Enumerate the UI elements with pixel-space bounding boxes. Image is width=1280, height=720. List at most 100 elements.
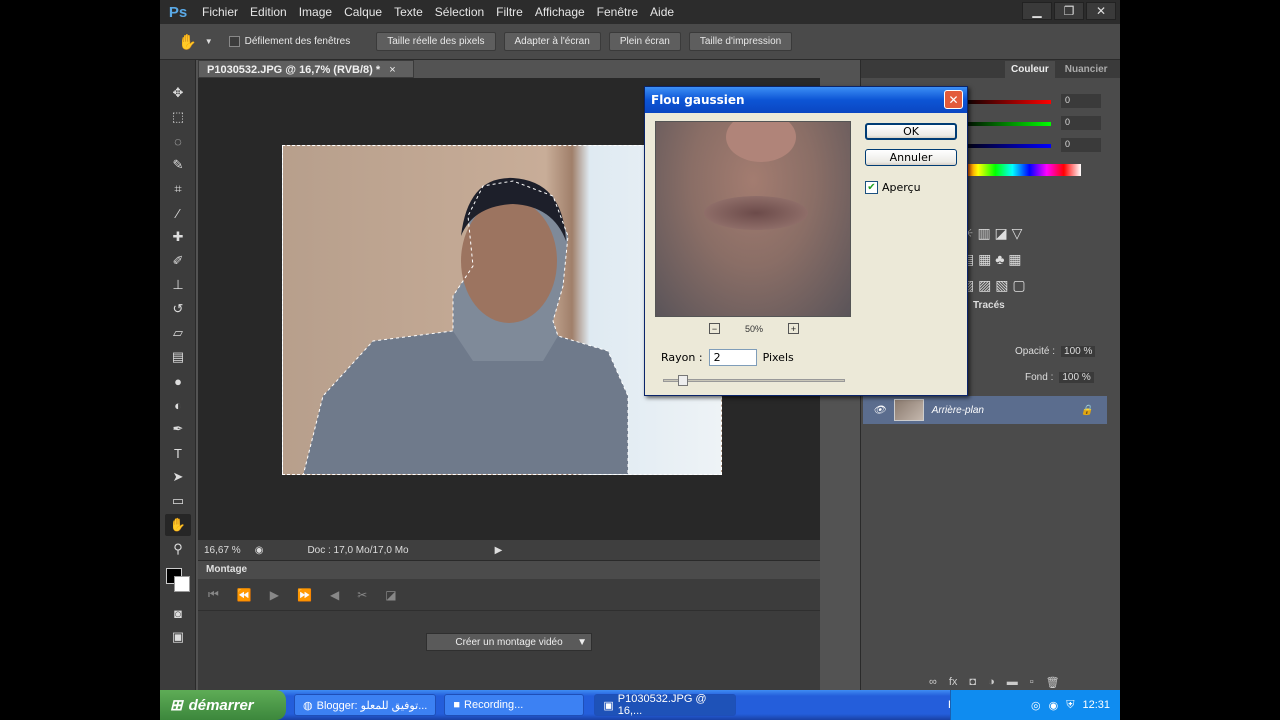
healing-brush-tool-icon[interactable]: ✚ bbox=[165, 226, 191, 248]
menu-calque[interactable]: Calque bbox=[338, 5, 388, 19]
move-tool-icon[interactable]: ✥ bbox=[165, 82, 191, 104]
red-value[interactable]: 0 bbox=[1061, 94, 1101, 108]
split-icon[interactable]: ✂ bbox=[357, 588, 367, 602]
tab-color[interactable]: Couleur bbox=[1005, 61, 1055, 78]
adjustment-layer-icon[interactable]: ◑ bbox=[988, 676, 995, 689]
eyedropper-tool-icon[interactable]: ⁄ bbox=[165, 202, 191, 224]
clock[interactable]: 12:31 bbox=[1082, 699, 1110, 711]
fx-icon[interactable]: fx bbox=[949, 676, 958, 689]
lasso-tool-icon[interactable]: ◌ bbox=[165, 130, 191, 152]
task-recording[interactable]: ■ Recording... bbox=[444, 694, 585, 716]
tray-icon-network[interactable]: ◎ bbox=[1031, 699, 1041, 712]
link-icon[interactable]: ∞ bbox=[929, 676, 937, 689]
preview-checkbox[interactable]: ✔ Aperçu bbox=[865, 181, 921, 194]
history-brush-tool-icon[interactable]: ↺ bbox=[165, 298, 191, 320]
create-video-montage-button[interactable]: Créer un montage vidéo ▼ bbox=[426, 633, 592, 651]
green-slider[interactable]: 0 bbox=[961, 116, 1120, 130]
tool-preset-dropdown-icon[interactable]: ▼ bbox=[205, 37, 213, 46]
brightness-icon[interactable]: ☀ ▥ ◪ ▽ bbox=[961, 225, 1022, 241]
trash-icon[interactable]: 🗑 bbox=[1046, 676, 1060, 689]
close-icon[interactable]: ✕ bbox=[944, 90, 963, 109]
pen-tool-icon[interactable]: ✒ bbox=[165, 418, 191, 440]
fit-screen-button[interactable]: Adapter à l'écran bbox=[503, 32, 601, 51]
close-tab-icon[interactable]: × bbox=[389, 64, 395, 76]
task-blogger[interactable]: ◍ Blogger: توفيق للمعلو... bbox=[294, 694, 437, 716]
clone-stamp-tool-icon[interactable]: ⊥ bbox=[165, 274, 191, 296]
menu-image[interactable]: Image bbox=[293, 5, 338, 19]
path-select-tool-icon[interactable]: ➤ bbox=[165, 466, 191, 488]
mixer-icon[interactable]: ▨ ▨ ▧ ▢ bbox=[961, 277, 1026, 293]
red-slider[interactable]: 0 bbox=[961, 94, 1120, 108]
mask-icon[interactable]: ◘ bbox=[969, 676, 976, 689]
check-icon[interactable]: ✔ bbox=[865, 181, 878, 194]
blue-bar[interactable] bbox=[961, 144, 1051, 148]
tray-icon-security[interactable]: ⛨ bbox=[1066, 699, 1074, 712]
audio-icon[interactable]: ◀ bbox=[330, 588, 339, 602]
full-screen-button[interactable]: Plein écran bbox=[608, 32, 681, 51]
restore-icon[interactable]: ❐ bbox=[1054, 2, 1084, 20]
gradient-tool-icon[interactable]: ▤ bbox=[165, 346, 191, 368]
menu-filtre[interactable]: Filtre bbox=[490, 5, 529, 19]
menu-fichier[interactable]: Fichier bbox=[196, 5, 244, 19]
cancel-button[interactable]: Annuler bbox=[865, 149, 957, 166]
screen-mode-icon[interactable]: ▣ bbox=[165, 626, 191, 648]
green-bar[interactable] bbox=[961, 122, 1051, 126]
layer-name[interactable]: Arrière-plan bbox=[932, 405, 984, 416]
layer-background[interactable]: 👁 Arrière-plan 🔒 bbox=[863, 396, 1107, 424]
close-icon[interactable]: ✕ bbox=[1086, 2, 1116, 20]
blur-preview[interactable] bbox=[655, 121, 851, 317]
marquee-tool-icon[interactable]: ⬚ bbox=[165, 106, 191, 128]
start-button[interactable]: ⊞ démarrer bbox=[160, 690, 286, 720]
blue-slider[interactable]: 0 bbox=[961, 138, 1120, 152]
zoom-out-icon[interactable]: − bbox=[709, 323, 720, 334]
zoom-level[interactable]: 16,67 % bbox=[204, 545, 241, 556]
radius-slider[interactable] bbox=[663, 375, 845, 386]
balance-icon[interactable]: ▤ ▦ ♣ ▦ bbox=[961, 251, 1022, 267]
new-layer-icon[interactable]: ▫ bbox=[1030, 676, 1034, 689]
menu-fenetre[interactable]: Fenêtre bbox=[591, 5, 644, 19]
tray-icon-volume[interactable]: ◉ bbox=[1049, 699, 1059, 712]
transition-icon[interactable]: ◪ bbox=[385, 588, 396, 602]
zoom-in-icon[interactable]: + bbox=[787, 323, 799, 334]
slider-thumb[interactable] bbox=[678, 375, 688, 386]
red-bar[interactable] bbox=[961, 100, 1051, 104]
quick-mask-icon[interactable]: ◙ bbox=[165, 602, 191, 624]
tab-swatches[interactable]: Nuancier bbox=[1059, 61, 1114, 78]
type-tool-icon[interactable]: T bbox=[165, 442, 191, 464]
crop-tool-icon[interactable]: ⌗ bbox=[165, 178, 191, 200]
opacity-value[interactable]: 100 % bbox=[1061, 346, 1096, 357]
play-icon[interactable]: ▶ bbox=[270, 588, 279, 602]
quick-select-tool-icon[interactable]: ✎ bbox=[165, 154, 191, 176]
green-value[interactable]: 0 bbox=[1061, 116, 1101, 130]
menu-texte[interactable]: Texte bbox=[388, 5, 429, 19]
minimize-icon[interactable]: ▁ bbox=[1022, 2, 1052, 20]
scroll-all-windows-checkbox[interactable]: Défilement des fenêtres bbox=[228, 35, 350, 47]
previous-frame-icon[interactable]: ⏪ bbox=[237, 588, 252, 602]
paths-tab[interactable]: Tracés bbox=[973, 300, 1005, 311]
menu-aide[interactable]: Aide bbox=[644, 5, 680, 19]
go-to-start-icon[interactable]: ⏮ bbox=[208, 587, 219, 602]
color-swatches[interactable] bbox=[160, 566, 195, 596]
menu-selection[interactable]: Sélection bbox=[429, 5, 490, 19]
fill-value[interactable]: 100 % bbox=[1059, 372, 1094, 383]
dropdown-arrow-icon[interactable]: ▼ bbox=[577, 637, 587, 648]
radius-input[interactable]: 2 bbox=[708, 349, 757, 366]
spectrum-bar[interactable] bbox=[961, 164, 1081, 176]
eye-icon[interactable]: 👁 bbox=[873, 405, 886, 416]
hand-tool-icon[interactable]: ✋ bbox=[178, 33, 197, 51]
eraser-tool-icon[interactable]: ▱ bbox=[165, 322, 191, 344]
menu-affichage[interactable]: Affichage bbox=[529, 5, 591, 19]
brush-tool-icon[interactable]: ✐ bbox=[165, 250, 191, 272]
ok-button[interactable]: OK bbox=[865, 123, 957, 140]
background-color[interactable] bbox=[174, 576, 190, 592]
dodge-tool-icon[interactable]: ◐ bbox=[165, 394, 191, 416]
zoom-tool-icon[interactable]: ⚲ bbox=[165, 538, 191, 560]
task-photoshop[interactable]: ▣ P1030532.JPG @ 16,... bbox=[594, 693, 737, 717]
group-icon[interactable]: ▬ bbox=[1007, 676, 1018, 689]
hand-tool-icon[interactable]: ✋ bbox=[165, 514, 191, 536]
blue-value[interactable]: 0 bbox=[1061, 138, 1101, 152]
shape-tool-icon[interactable]: ▭ bbox=[165, 490, 191, 512]
print-size-button[interactable]: Taille d'impression bbox=[688, 32, 793, 51]
status-menu-arrow-icon[interactable]: ▶ bbox=[495, 545, 503, 556]
menu-edition[interactable]: Edition bbox=[244, 5, 293, 19]
